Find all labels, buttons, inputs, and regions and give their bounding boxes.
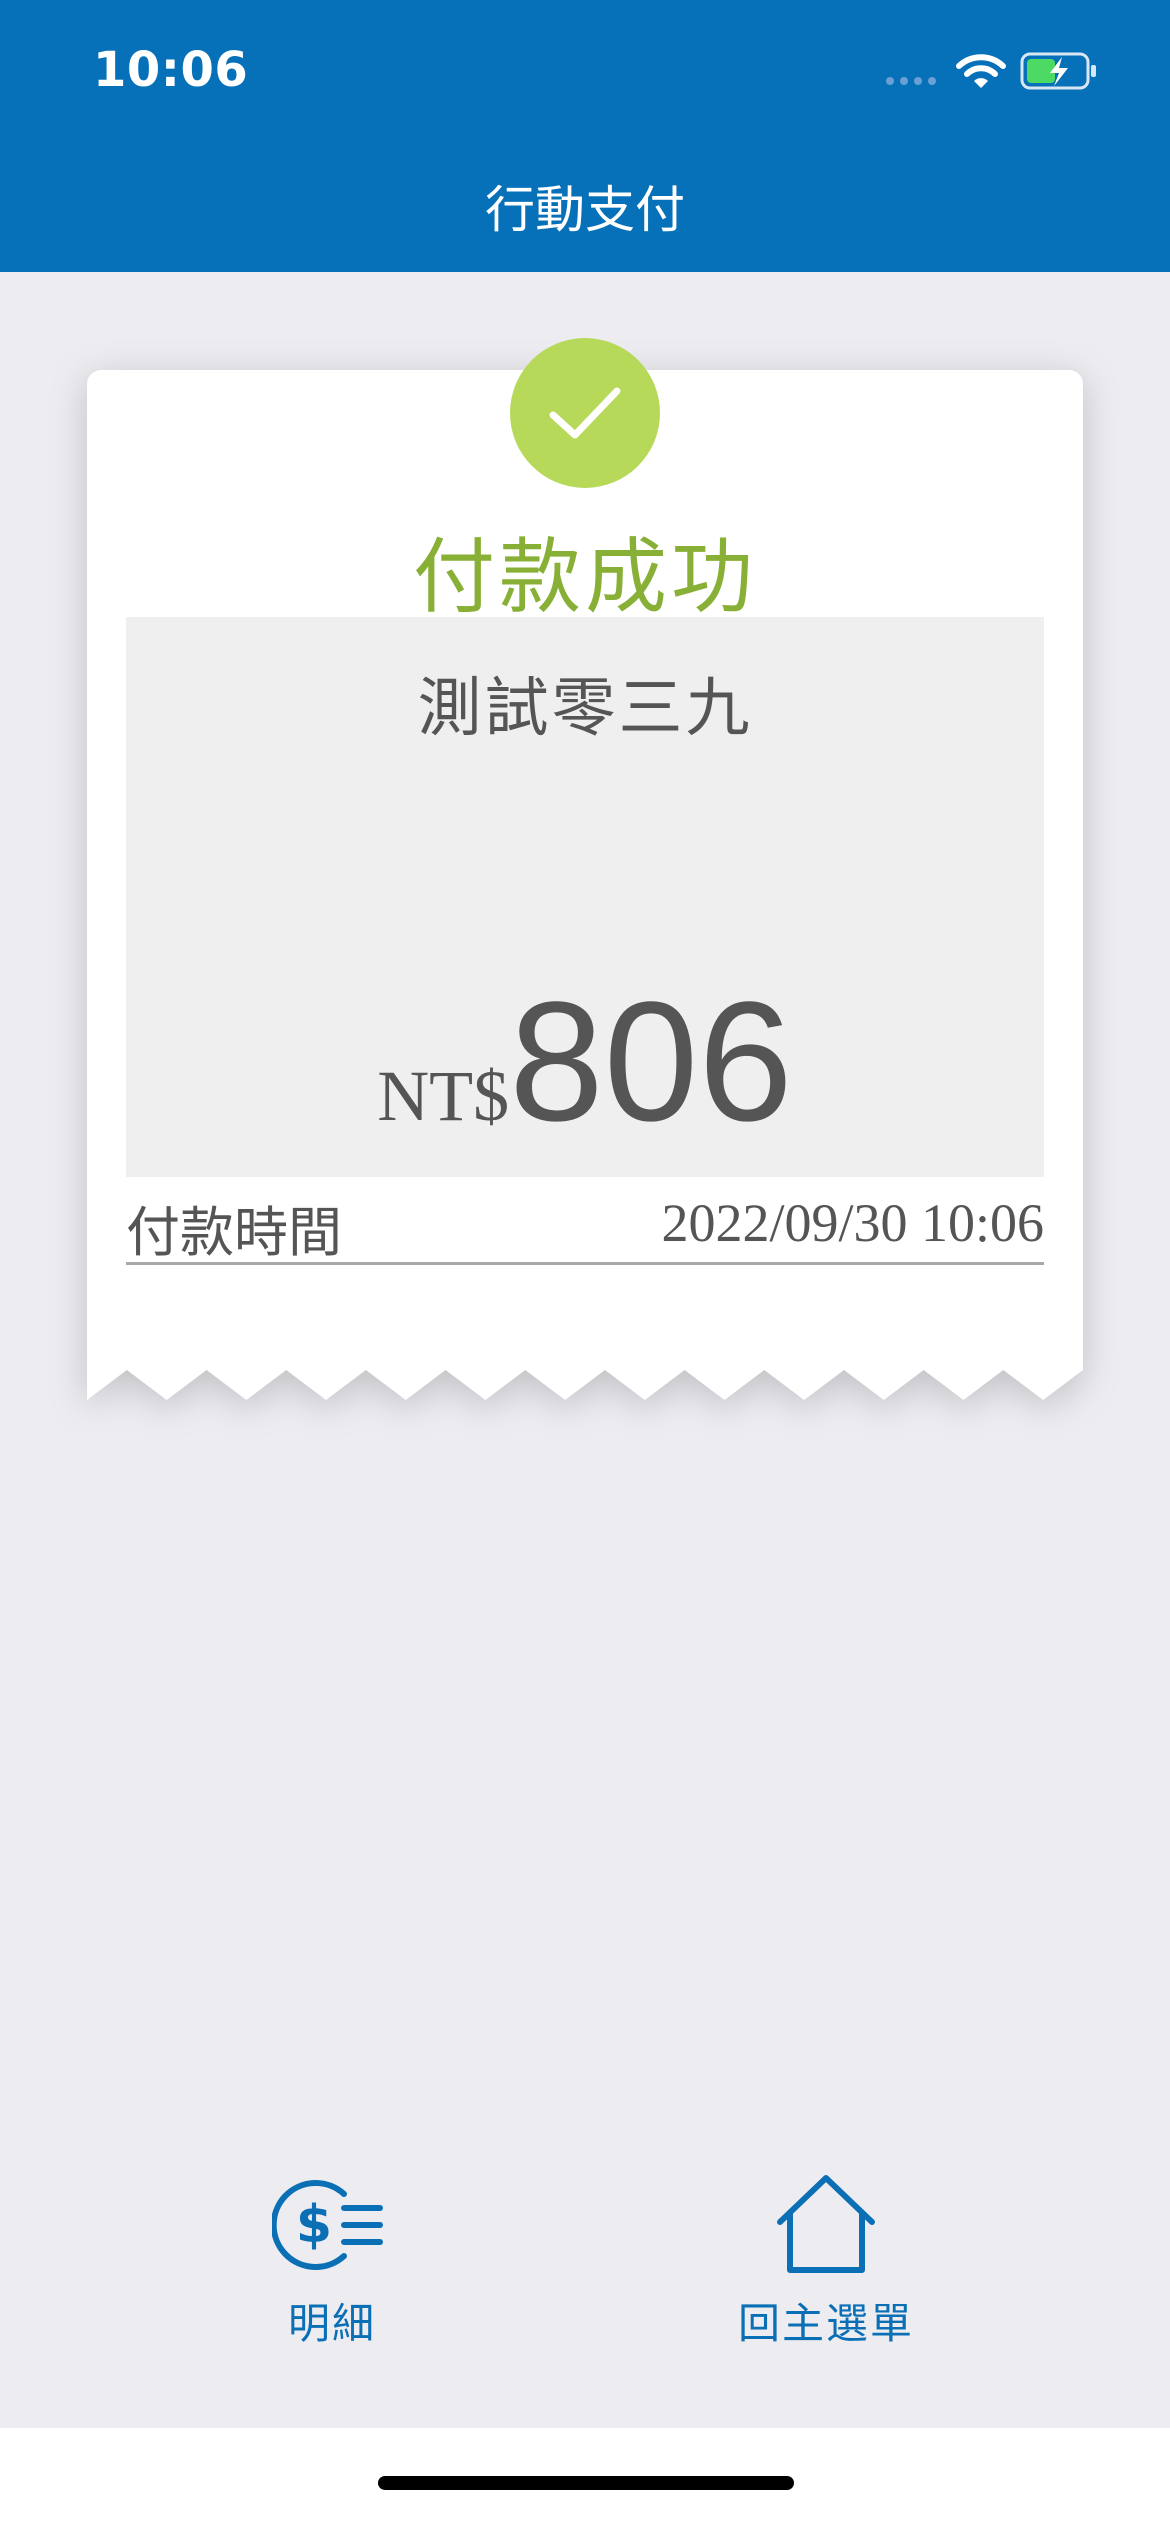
amount-row: NT$806 bbox=[126, 977, 1044, 1147]
payment-success-title: 付款成功 bbox=[412, 530, 757, 625]
merchant-name: 測試零三九 bbox=[417, 672, 753, 746]
home-icon bbox=[777, 2175, 875, 2273]
page-title: 行動支付 bbox=[485, 181, 685, 239]
amount-panel: 測試零三九 NT$806 bbox=[126, 617, 1044, 1177]
pay-time-value: 2022/09/30 10:06 bbox=[661, 1193, 1044, 1253]
currency-label: NT$ bbox=[377, 1056, 510, 1136]
amount-value: 806 bbox=[509, 967, 793, 1157]
home-menu-label: 回主選單 bbox=[737, 2299, 914, 2348]
wifi-icon bbox=[956, 54, 1006, 88]
detail-label: 明細 bbox=[287, 2299, 376, 2348]
detail-button[interactable]: $ 明細 bbox=[212, 2170, 452, 2410]
cellular-signal-icon bbox=[886, 77, 936, 85]
svg-text:$: $ bbox=[296, 2195, 332, 2255]
header-bar: 10:06 行動支付 bbox=[0, 0, 1170, 272]
battery-charging-icon bbox=[1020, 52, 1096, 90]
home-menu-button[interactable]: 回主選單 bbox=[706, 2170, 946, 2410]
bottom-nav: $ 明細 回主選單 bbox=[0, 2150, 1170, 2430]
pay-time-row: 付款時間 2022/09/30 10:06 bbox=[126, 1178, 1044, 1265]
status-time: 10:06 bbox=[93, 42, 249, 98]
home-indicator[interactable] bbox=[378, 2476, 794, 2490]
pay-time-label: 付款時間 bbox=[126, 1201, 342, 1264]
home-indicator-area bbox=[0, 2428, 1170, 2532]
status-icons bbox=[885, 48, 1115, 104]
success-check-icon bbox=[510, 338, 660, 488]
dollar-list-icon: $ bbox=[272, 2180, 383, 2270]
